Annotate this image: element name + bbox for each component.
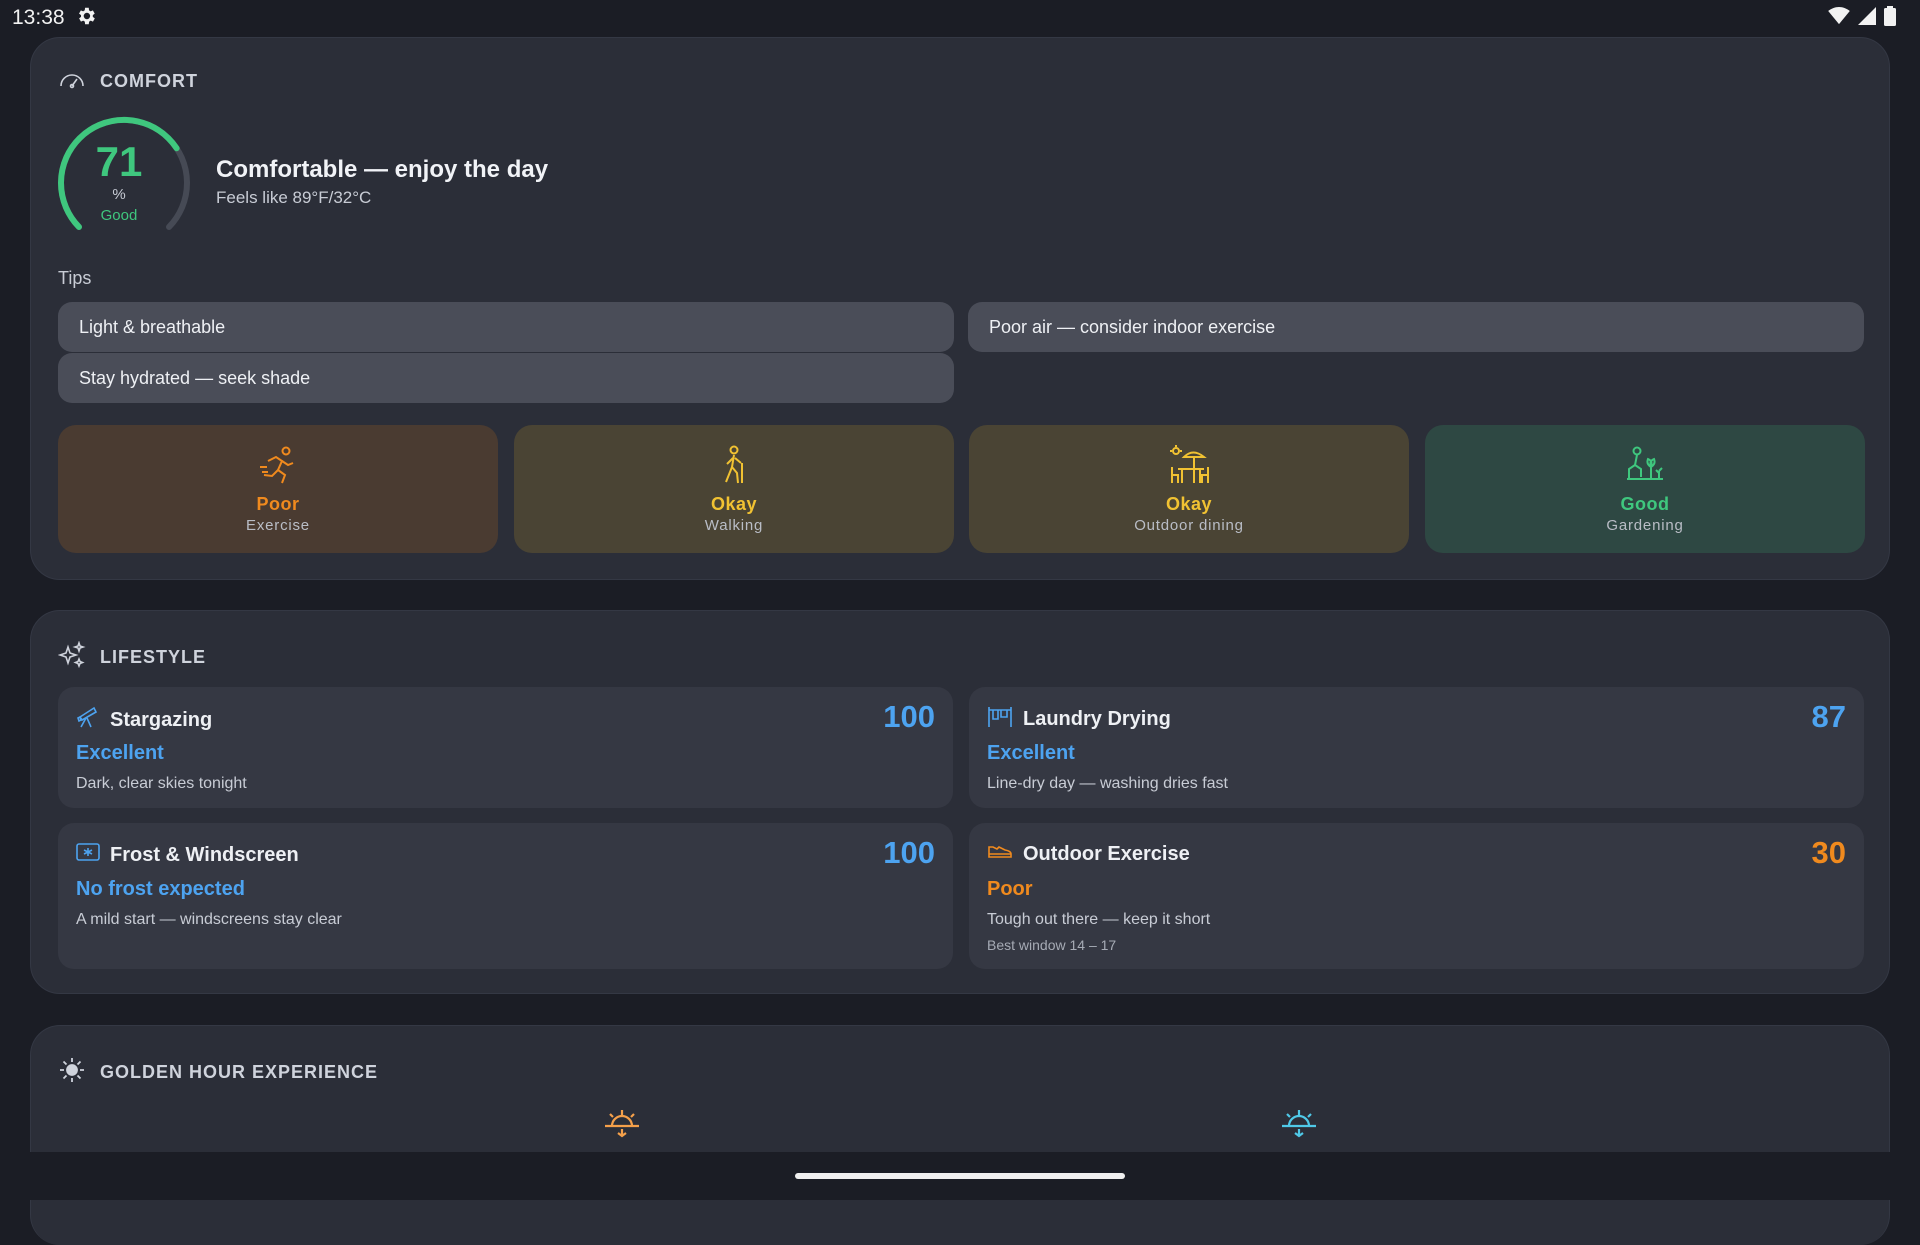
lifestyle-item-outdoor-exercise[interactable]: Outdoor Exercise 30 Poor Tough out there… <box>969 823 1864 969</box>
lifestyle-item-title: Laundry Drying <box>1023 707 1171 730</box>
settings-icon[interactable] <box>75 5 97 32</box>
lifestyle-item-score: 100 <box>883 699 935 734</box>
comfort-gauge-unit: % <box>112 186 126 203</box>
lifestyle-item-title: Outdoor Exercise <box>1023 842 1190 865</box>
lifestyle-item-extra: Best window 14 – 17 <box>987 937 1117 953</box>
battery-icon <box>1884 5 1896 31</box>
lifestyle-item-desc: Dark, clear skies tonight <box>76 775 247 792</box>
lifestyle-item-rating: No frost expected <box>76 878 245 900</box>
gauge-icon <box>58 68 86 95</box>
navigation-handle[interactable] <box>795 1173 1125 1179</box>
lifestyle-item-laundry[interactable]: Laundry Drying 87 Excellent Line-dry day… <box>969 687 1864 808</box>
lifestyle-item-head: Stargazing <box>76 705 212 735</box>
lifestyle-item-title: Stargazing <box>110 708 213 731</box>
tip-chip: Poor air — consider indoor exercise <box>968 302 1864 352</box>
shoe-icon <box>987 841 1013 867</box>
sparkles-icon <box>57 640 86 674</box>
golden-hour-header: GOLDEN HOUR EXPERIENCE <box>58 1056 378 1089</box>
golden-hour-header-label: GOLDEN HOUR EXPERIENCE <box>100 1062 379 1082</box>
sunset-icon <box>1280 1108 1318 1143</box>
lifestyle-item-head: Frost & Windscreen <box>76 841 299 869</box>
lifestyle-item-score: 100 <box>883 835 935 870</box>
activity-exercise[interactable]: Poor Exercise <box>58 425 498 553</box>
windscreen-icon <box>76 841 100 869</box>
lifestyle-item-desc: A mild start — windscreens stay clear <box>76 911 342 928</box>
walking-icon <box>714 445 754 490</box>
activity-gardening[interactable]: Good Gardening <box>1425 425 1865 553</box>
activity-status: Okay <box>710 494 758 514</box>
activity-name: Walking <box>704 517 764 534</box>
lifestyle-item-score: 30 <box>1811 835 1846 870</box>
lifestyle-item-title: Frost & Windscreen <box>110 843 299 866</box>
sun-icon <box>58 1056 86 1089</box>
comfort-gauge-level: Good <box>100 207 138 224</box>
tip-chip: Stay hydrated — seek shade <box>58 353 954 403</box>
comfort-gauge-value: 71 <box>95 138 143 185</box>
sunrise-icon <box>603 1108 641 1143</box>
activity-name: Outdoor dining <box>1134 517 1244 534</box>
activity-name: Exercise <box>246 517 310 534</box>
running-icon <box>258 445 298 490</box>
activity-name: Gardening <box>1606 517 1684 534</box>
status-bar: 13:38 <box>0 0 1920 36</box>
lifestyle-card: LIFESTYLE Stargazing 100 Excellent Dark,… <box>30 610 1890 994</box>
lifestyle-item-head: Outdoor Exercise <box>987 841 1190 867</box>
tip-chip: Light & breathable <box>58 302 954 352</box>
wifi-icon <box>1828 6 1850 30</box>
activity-walking[interactable]: Okay Walking <box>514 425 954 553</box>
lifestyle-item-rating: Excellent <box>987 742 1075 764</box>
comfort-title: Comfortable — enjoy the day <box>216 156 549 183</box>
comfort-card: COMFORT 71 % Good Comfortable — enjoy th… <box>30 37 1890 580</box>
lifestyle-item-rating: Excellent <box>76 742 164 764</box>
comfort-gauge: 71 % Good <box>56 114 192 238</box>
gardening-icon <box>1625 445 1665 490</box>
activity-status: Good <box>1620 494 1670 514</box>
lifestyle-item-stargazing[interactable]: Stargazing 100 Excellent Dark, clear ski… <box>58 687 953 808</box>
laundry-icon <box>987 705 1013 733</box>
comfort-header: COMFORT <box>58 68 198 95</box>
lifestyle-item-score: 87 <box>1811 699 1846 734</box>
activity-status: Poor <box>256 494 300 514</box>
lifestyle-item-desc: Line-dry day — washing dries fast <box>987 775 1228 792</box>
status-time: 13:38 <box>12 6 65 29</box>
lifestyle-header: LIFESTYLE <box>57 640 207 674</box>
tips-label: Tips <box>58 268 92 288</box>
lifestyle-item-desc: Tough out there — keep it short <box>987 911 1211 928</box>
activity-status: Okay <box>1165 494 1213 514</box>
feels-like: Feels like 89°F/32°C <box>216 188 372 207</box>
lifestyle-item-frost[interactable]: Frost & Windscreen 100 No frost expected… <box>58 823 953 969</box>
lifestyle-header-label: LIFESTYLE <box>100 647 207 667</box>
activity-outdoor-dining[interactable]: Okay Outdoor dining <box>969 425 1409 553</box>
outdoor-dining-icon <box>1168 445 1210 490</box>
golden-hour-card: GOLDEN HOUR EXPERIENCE <box>30 1025 1890 1245</box>
telescope-icon <box>76 705 100 735</box>
signal-icon <box>1858 6 1876 30</box>
lifestyle-item-rating: Poor <box>987 878 1033 900</box>
lifestyle-item-head: Laundry Drying <box>987 705 1171 733</box>
comfort-header-label: COMFORT <box>100 71 198 91</box>
